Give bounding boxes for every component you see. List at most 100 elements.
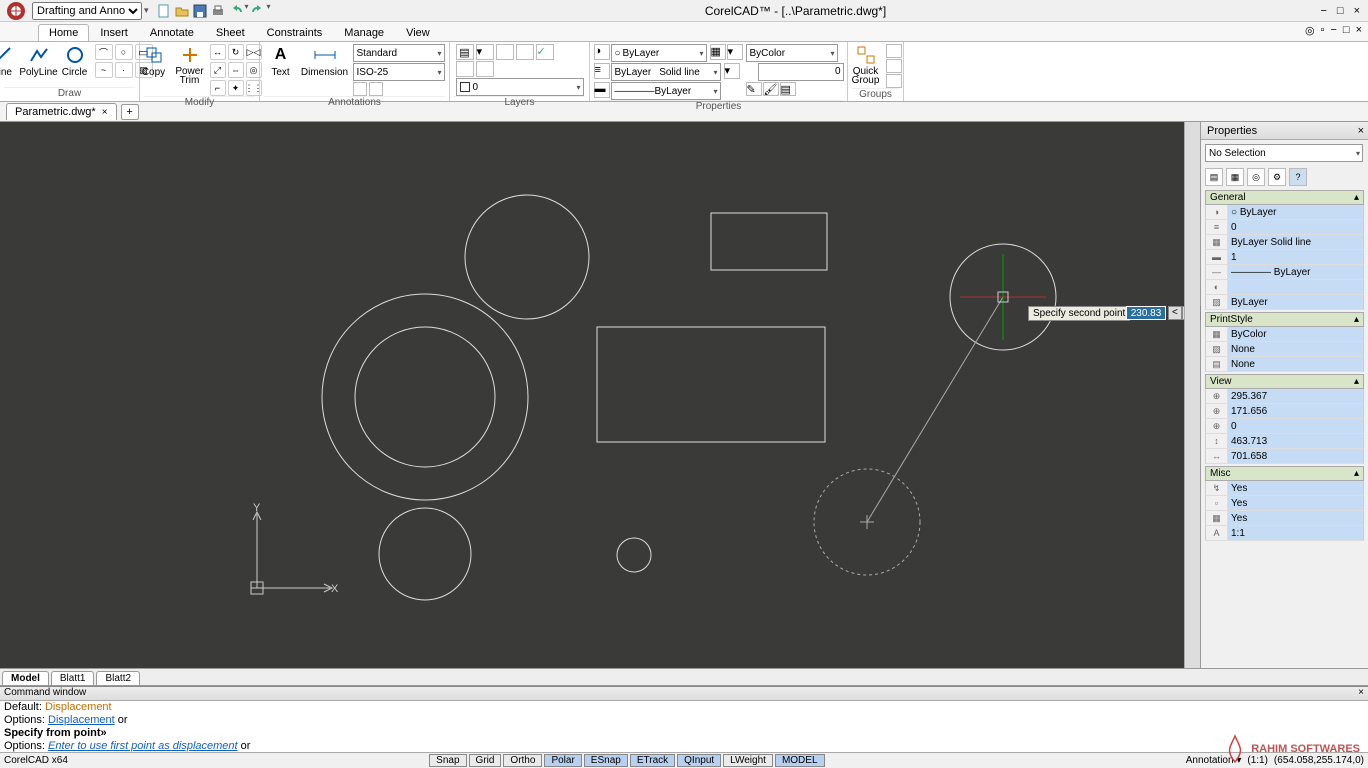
sheet-tab-blatt2[interactable]: Blatt2 [96, 671, 140, 685]
tool-quickgroup[interactable]: Quick Group [850, 44, 882, 85]
prop-bycolor-combo[interactable]: ByColor [746, 44, 838, 62]
status-toggle-grid[interactable]: Grid [469, 754, 502, 767]
draw-arc-icon[interactable]: ⌒ [95, 44, 113, 60]
move-icon[interactable]: ↔ [210, 44, 226, 60]
tool-line[interactable]: Line [0, 44, 19, 78]
property-row[interactable]: ↯Yes [1205, 481, 1364, 496]
dim-style-combo[interactable]: ISO-25 [353, 63, 445, 81]
property-row[interactable]: ▤None [1205, 357, 1364, 372]
mdi-close-icon[interactable]: × [1356, 24, 1362, 37]
property-value[interactable]: 463.713 [1228, 434, 1363, 448]
property-value[interactable]: 0 [1228, 419, 1363, 433]
doc-tab-close-icon[interactable]: × [102, 107, 108, 118]
minimize-button[interactable]: − [1320, 5, 1326, 17]
tool-polyline[interactable]: PolyLine [23, 44, 55, 78]
qat-redo-icon[interactable] [249, 2, 267, 20]
doc-tab-add[interactable]: + [121, 104, 139, 120]
property-value[interactable]: Yes [1228, 496, 1363, 510]
status-toggle-model[interactable]: MODEL [775, 754, 825, 767]
property-value[interactable]: 1 [1228, 250, 1363, 264]
tab-annotate[interactable]: Annotate [139, 24, 205, 41]
section-view[interactable]: View▴ [1205, 374, 1364, 389]
property-row[interactable]: ⊕0 [1205, 419, 1364, 434]
group-select-icon[interactable] [886, 74, 902, 88]
property-row[interactable]: ≡0 [1205, 220, 1364, 235]
drawing-canvas[interactable]: X Y Specify second point < 59 [0, 122, 1200, 668]
property-value[interactable] [1228, 280, 1363, 294]
tab-manage[interactable]: Manage [333, 24, 395, 41]
prop-lt2-icon[interactable]: ≡ [594, 63, 610, 79]
property-value[interactable]: Yes [1228, 511, 1363, 525]
tab-constraints[interactable]: Constraints [256, 24, 334, 41]
prop-color-icon[interactable]: ◑ [594, 44, 610, 60]
section-general[interactable]: General▴ [1205, 190, 1364, 205]
property-row[interactable]: ————— ByLayer [1205, 265, 1364, 280]
layer-iso-icon[interactable] [496, 44, 514, 60]
prop-icon-3[interactable]: ◎ [1247, 168, 1265, 186]
property-value[interactable]: ByColor [1228, 327, 1363, 341]
property-value[interactable]: 701.658 [1228, 449, 1363, 463]
property-row[interactable]: ⊕295.367 [1205, 389, 1364, 404]
property-value[interactable]: 171.656 [1228, 404, 1363, 418]
prop-lw-icon[interactable]: ▬ [594, 82, 610, 98]
prop-lw-input[interactable]: 0 [758, 63, 844, 81]
layer-match-icon[interactable]: ✓ [536, 44, 554, 60]
layer-combo[interactable]: 0 [456, 78, 584, 96]
prop-tool-icon[interactable]: ▾ [727, 44, 743, 60]
property-row[interactable]: ⊕171.656 [1205, 404, 1364, 419]
prop-icon-5[interactable]: ? [1289, 168, 1307, 186]
prop-icon-1[interactable]: ▤ [1205, 168, 1223, 186]
rotate-icon[interactable]: ↻ [228, 44, 244, 60]
property-value[interactable]: None [1228, 342, 1363, 356]
status-toggle-polar[interactable]: Polar [544, 754, 581, 767]
property-value[interactable]: ○ ByLayer [1228, 205, 1363, 219]
anno-tool-1-icon[interactable] [353, 82, 367, 96]
status-toggle-esnap[interactable]: ESnap [584, 754, 628, 767]
mdi-max-icon[interactable]: □ [1343, 24, 1350, 37]
prop-color-combo[interactable]: ○ByLayer [611, 44, 707, 62]
prop-paint-icon[interactable]: ▾ [724, 63, 740, 79]
status-toggle-lweight[interactable]: LWeight [723, 754, 773, 767]
property-row[interactable]: ▦ByLayer Solid line [1205, 235, 1364, 250]
property-row[interactable]: ↔701.658 [1205, 449, 1364, 464]
property-value[interactable]: ———— ByLayer [1228, 265, 1363, 279]
property-row[interactable]: ▨None [1205, 342, 1364, 357]
property-value[interactable]: 295.367 [1228, 389, 1363, 403]
status-toggle-etrack[interactable]: ETrack [630, 754, 675, 767]
workspace-dropdown-icon[interactable]: ▾ [144, 5, 149, 16]
anno-tool-2-icon[interactable] [369, 82, 383, 96]
property-row[interactable]: ◑○ ByLayer [1205, 205, 1364, 220]
property-row[interactable]: ▦ByColor [1205, 327, 1364, 342]
command-window-close-icon[interactable]: × [1358, 687, 1364, 700]
workspace-select[interactable]: Drafting and Annotation [32, 2, 142, 20]
status-toggle-ortho[interactable]: Ortho [503, 754, 542, 767]
layer-tool-a-icon[interactable] [456, 61, 474, 77]
explode-icon[interactable]: ✦ [228, 80, 244, 96]
layers-manager-icon[interactable]: ▤ [456, 44, 474, 60]
l4l[interactable]: Enter to use first point as displacement [48, 740, 238, 752]
prop-icon-4[interactable]: ⚙ [1268, 168, 1286, 186]
property-value[interactable]: 1:1 [1228, 526, 1363, 540]
tab-home[interactable]: Home [38, 24, 89, 41]
distance-input[interactable] [1126, 306, 1166, 320]
property-value[interactable]: ByLayer Solid line [1228, 235, 1363, 249]
mdi-restore-icon[interactable]: ▫ [1321, 24, 1325, 37]
selection-combo[interactable]: No Selection [1205, 144, 1363, 162]
property-row[interactable]: ▫Yes [1205, 496, 1364, 511]
mdi-help-icon[interactable]: ◎ [1305, 24, 1315, 37]
property-value[interactable]: 0 [1228, 220, 1363, 234]
property-value[interactable]: ByLayer [1228, 295, 1363, 309]
layer-freeze-icon[interactable] [516, 44, 534, 60]
l2l[interactable]: Displacement [48, 714, 115, 726]
prop-list-icon[interactable]: ▤ [780, 82, 796, 96]
status-toggle-qinput[interactable]: QInput [677, 754, 721, 767]
qat-undo-icon[interactable] [227, 2, 245, 20]
property-row[interactable]: ▨ByLayer [1205, 295, 1364, 310]
draw-point-icon[interactable]: · [115, 62, 133, 78]
tool-powertrim[interactable]: Power Trim [174, 44, 206, 85]
property-row[interactable]: ◐ [1205, 280, 1364, 295]
tab-insert[interactable]: Insert [89, 24, 139, 41]
prop-lt-icon[interactable]: ▦ [710, 44, 726, 60]
qat-open-icon[interactable] [173, 2, 191, 20]
canvas-scrollbar-v[interactable] [1184, 122, 1200, 668]
